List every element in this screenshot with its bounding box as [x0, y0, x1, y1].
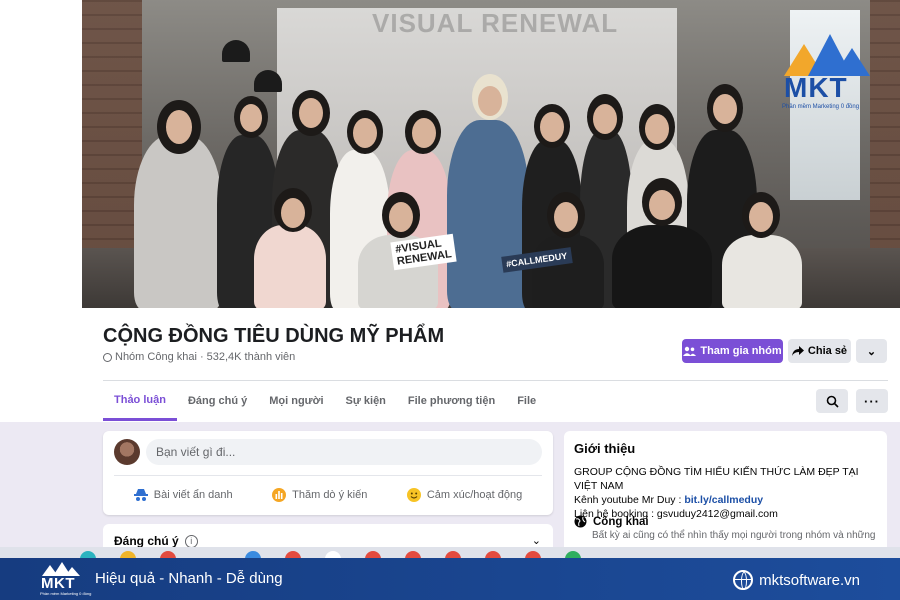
anonymous-post-button[interactable]: Bài viết ẩn danh: [133, 481, 233, 509]
search-icon: [826, 395, 839, 408]
smiley-icon: [406, 488, 421, 502]
poll-label: Thăm dò ý kiến: [292, 489, 368, 501]
person-face: [540, 112, 564, 142]
join-group-label: Tham gia nhóm: [700, 345, 782, 357]
brand-slogan: Hiệu quả - Nhanh - Dễ dùng: [95, 570, 283, 587]
share-label: Chia sẻ: [807, 345, 848, 357]
share-button[interactable]: Chia sẻ: [788, 339, 851, 363]
expand-button[interactable]: ⌄: [856, 339, 887, 363]
tab-discussion[interactable]: Thảo luận: [103, 381, 177, 421]
person-face: [554, 202, 578, 232]
lamp-icon: [254, 70, 282, 92]
about-youtube-prefix: Kênh youtube Mr Duy :: [574, 494, 685, 506]
website-text: mktsoftware.vn: [759, 571, 860, 589]
featured-title: Đáng chú ý: [114, 534, 179, 548]
join-group-button[interactable]: Tham gia nhóm: [682, 339, 783, 363]
featured-header: Đáng chú ý i: [114, 534, 198, 548]
anonymous-post-label: Bài viết ẩn danh: [153, 489, 233, 501]
person: [722, 235, 802, 308]
avatar[interactable]: [114, 439, 140, 465]
group-members[interactable]: 532,4K thành viên: [207, 351, 296, 363]
person: [254, 225, 326, 308]
person-face: [281, 198, 305, 228]
group-meta: Nhóm Công khai · 532,4K thành viên: [103, 351, 295, 363]
post-composer: Bạn viết gì đi... Bài viết ẩn danh Thăm …: [103, 431, 553, 515]
about-card: Giới thiệu GROUP CỘNG ĐỒNG TÌM HIỂU KIẾN…: [564, 431, 887, 558]
tab-featured[interactable]: Đáng chú ý: [177, 381, 258, 421]
about-title: Giới thiệu: [574, 441, 636, 456]
tab-events[interactable]: Sự kiện: [335, 381, 397, 421]
person-face: [240, 104, 262, 132]
mkt-logo-subtitle: Phần mềm Marketing 0 đồng: [782, 104, 860, 110]
about-line-1: GROUP CỘNG ĐỒNG TÌM HIỂU KIẾN THỨC LÀM Đ…: [574, 466, 859, 492]
tab-people[interactable]: Mọi người: [258, 381, 334, 421]
poll-button[interactable]: Thăm dò ý kiến: [272, 481, 367, 509]
person-face: [412, 118, 436, 148]
youtube-link[interactable]: bit.ly/callmeduy: [684, 494, 763, 506]
brand-logo-subtitle: Phần mềm Marketing 0 đồng: [40, 591, 92, 596]
person-face: [649, 190, 675, 220]
feeling-activity-button[interactable]: Cảm xúc/hoạt động: [406, 481, 523, 509]
mkt-logo: MKT Phần mềm Marketing 0 đồng: [780, 30, 872, 114]
tab-media[interactable]: File phương tiện: [397, 381, 506, 421]
person-face: [749, 202, 773, 232]
person: [532, 235, 604, 308]
about-line-2: Kênh youtube Mr Duy : bit.ly/callmeduy: [574, 493, 884, 507]
brand-logo-text: MKT: [41, 575, 75, 592]
mkt-logo-text: MKT: [784, 72, 848, 103]
about-description: GROUP CỘNG ĐỒNG TÌM HIỂU KIẾN THỨC LÀM Đ…: [574, 465, 884, 521]
brand-bar: MKT Phần mềm Marketing 0 đồng Hiệu quả -…: [0, 558, 900, 600]
composer-divider: [114, 475, 542, 476]
poll-icon: [272, 488, 287, 502]
tab-files[interactable]: File: [506, 381, 547, 421]
anonymous-icon: [133, 489, 148, 501]
person-face: [478, 86, 502, 116]
more-icon: ···: [864, 393, 880, 409]
globe-icon: [733, 570, 754, 590]
person-face: [166, 110, 192, 144]
person: [612, 225, 712, 308]
cover-photo[interactable]: VISUAL RENEWAL #VISUAL RENEWAL #CALLMEDU…: [82, 0, 900, 308]
brand-logo: MKT Phần mềm Marketing 0 đồng: [40, 561, 91, 597]
post-input[interactable]: Bạn viết gì đi...: [146, 439, 542, 465]
cover-banner-text: VISUAL RENEWAL: [372, 8, 619, 38]
brand-website[interactable]: mktsoftware.vn: [733, 570, 860, 590]
lamp-icon: [222, 40, 250, 62]
person-face: [353, 118, 377, 148]
person-face: [713, 94, 737, 124]
globe-icon: [103, 352, 112, 362]
person-face: [299, 98, 323, 128]
info-icon[interactable]: i: [184, 534, 198, 548]
about-public-title: Công khai: [593, 515, 649, 528]
about-public-description: Bất kỳ ai cũng có thể nhìn thấy mọi ngườ…: [592, 530, 876, 541]
feeling-activity-label: Cảm xúc/hoạt động: [426, 489, 523, 501]
person: [134, 135, 222, 308]
person-face: [593, 104, 617, 134]
meta-separator: ·: [199, 351, 204, 363]
about-public-row: Công khai: [574, 515, 649, 528]
group-title: CỘNG ĐỒNG TIÊU DÙNG MỸ PHẨM: [103, 325, 445, 347]
chevron-down-icon: ⌄: [866, 345, 877, 358]
group-icon: [683, 346, 697, 356]
person-face: [645, 114, 669, 144]
globe-icon: [574, 515, 587, 528]
group-privacy[interactable]: Nhóm Công khai: [115, 351, 197, 363]
share-icon: [791, 346, 804, 356]
chevron-down-icon[interactable]: ⌄: [532, 534, 541, 547]
more-options-button[interactable]: ···: [856, 389, 888, 413]
person-face: [389, 202, 413, 232]
search-button[interactable]: [816, 389, 848, 413]
group-tabs: Thảo luận Đáng chú ý Mọi người Sự kiện F…: [103, 381, 547, 421]
person: [447, 120, 529, 308]
composer-actions: Bài viết ẩn danh Thăm dò ý kiến Cảm xúc/…: [114, 481, 542, 509]
